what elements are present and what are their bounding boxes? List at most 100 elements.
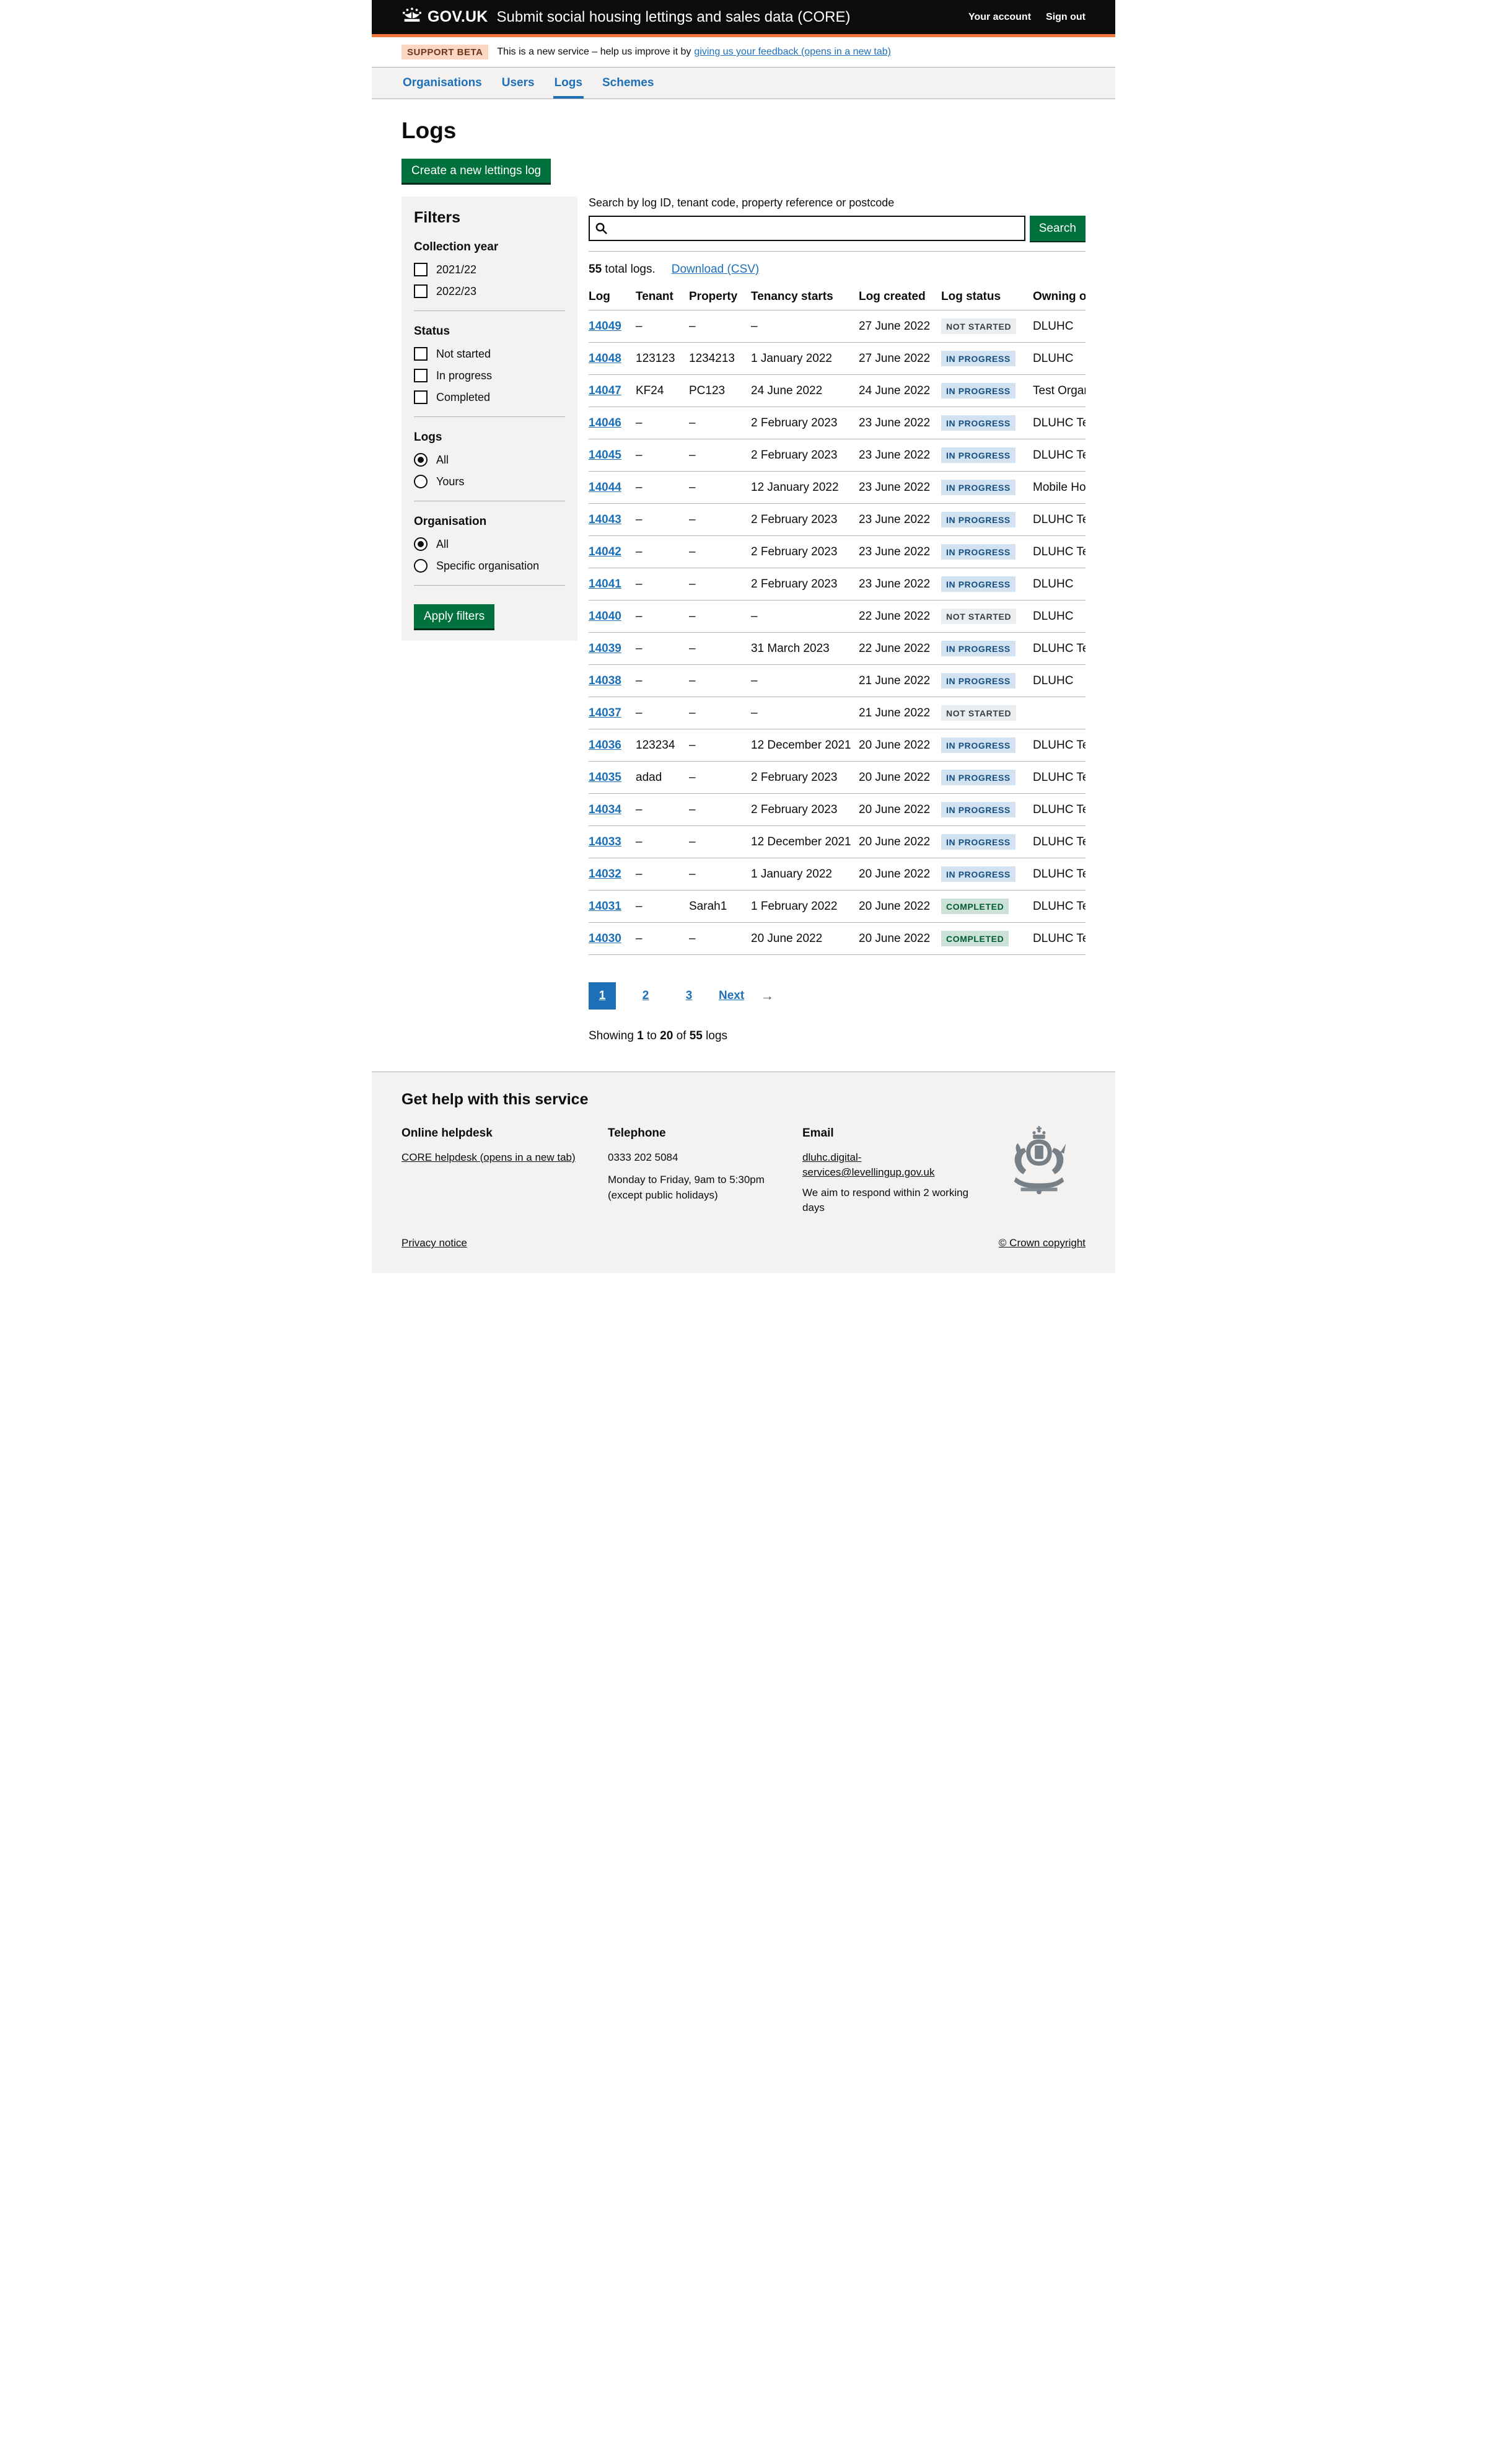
status-badge: COMPLETED [941, 931, 1009, 946]
log-link[interactable]: 14031 [589, 900, 621, 913]
cell-log_created: 27 June 2022 [859, 343, 941, 375]
cell-tenant: – [636, 697, 689, 729]
telephone-note: (except public holidays) [608, 1188, 802, 1203]
nav-item-schemes[interactable]: Schemes [601, 75, 655, 99]
radio-all[interactable]: All [414, 453, 565, 467]
cell-tenant: – [636, 536, 689, 568]
your-account-link[interactable]: Your account [968, 12, 1031, 23]
search-button[interactable]: Search [1030, 216, 1086, 241]
cell-property: – [689, 858, 751, 891]
apply-filters-button[interactable]: Apply filters [414, 604, 494, 628]
pagination-page-2[interactable]: 2 [632, 982, 659, 1010]
pagination-page-1[interactable]: 1 [589, 982, 616, 1010]
nav-item-users[interactable]: Users [501, 75, 536, 99]
radio-yours[interactable]: Yours [414, 475, 565, 488]
option-label: Completed [436, 391, 490, 404]
crown-copyright-link[interactable]: © Crown copyright [999, 1237, 1086, 1249]
download-csv-link[interactable]: Download (CSV) [672, 263, 760, 276]
cell-owning-organisation: DLUHC Test [1033, 858, 1086, 891]
log-link[interactable]: 14039 [589, 642, 621, 655]
checkbox-2022-23[interactable]: 2022/23 [414, 284, 565, 298]
create-lettings-log-button[interactable]: Create a new lettings log [401, 159, 551, 183]
log-link[interactable]: 14042 [589, 545, 621, 558]
table-row: 14031–Sarah11 February 202220 June 2022C… [589, 891, 1086, 923]
checkbox-in-progress[interactable]: In progress [414, 369, 565, 382]
filter-group-label: Logs [414, 431, 565, 444]
cell-log_created: 20 June 2022 [859, 729, 941, 762]
feedback-link[interactable]: giving us your feedback (opens in a new … [694, 46, 891, 57]
govuk-home-link[interactable]: GOV.UK [401, 7, 488, 27]
checkbox-2021-22[interactable]: 2021/22 [414, 263, 565, 276]
checkbox-control[interactable] [414, 390, 428, 404]
service-name-link[interactable]: Submit social housing lettings and sales… [497, 9, 851, 26]
status-badge: IN PROGRESS [941, 834, 1015, 850]
log-link[interactable]: 14044 [589, 481, 621, 494]
log-link[interactable]: 14033 [589, 835, 621, 848]
cell-tenancy_starts: 2 February 2023 [751, 762, 859, 794]
checkbox-control[interactable] [414, 284, 428, 298]
log-link[interactable]: 14036 [589, 739, 621, 752]
pagination-next-link[interactable]: Next [719, 989, 744, 1003]
status-badge: COMPLETED [941, 899, 1009, 914]
log-link[interactable]: 14049 [589, 320, 621, 333]
log-link[interactable]: 14034 [589, 803, 621, 816]
option-label: 2022/23 [436, 285, 476, 298]
option-label: Yours [436, 475, 464, 488]
radio-control[interactable] [414, 453, 428, 467]
log-link[interactable]: 14030 [589, 932, 621, 945]
cell-log_created: 21 June 2022 [859, 665, 941, 697]
log-link[interactable]: 14043 [589, 513, 621, 526]
cell-log_created: 21 June 2022 [859, 697, 941, 729]
cell-tenant: – [636, 407, 689, 439]
filter-group-label: Collection year [414, 240, 565, 254]
status-badge: IN PROGRESS [941, 383, 1015, 398]
checkbox-control[interactable] [414, 347, 428, 361]
radio-all[interactable]: All [414, 537, 565, 551]
royal-coat-of-arms-icon [1002, 1194, 1076, 1207]
cell-tenant: adad [636, 762, 689, 794]
radio-control[interactable] [414, 559, 428, 573]
radio-control[interactable] [414, 537, 428, 551]
nav-item-logs[interactable]: Logs [553, 75, 584, 99]
log-link[interactable]: 14040 [589, 610, 621, 623]
table-row: 14045––2 February 202323 June 2022IN PRO… [589, 439, 1086, 472]
checkbox-control[interactable] [414, 263, 428, 276]
cell-tenancy_starts: 12 December 2021 [751, 729, 859, 762]
cell-owning-organisation: DLUHC Test [1033, 826, 1086, 858]
log-link[interactable]: 14041 [589, 578, 621, 591]
log-link[interactable]: 14037 [589, 706, 621, 719]
cell-log_created: 22 June 2022 [859, 633, 941, 665]
table-row: 14037–––21 June 2022NOT STARTED [589, 697, 1086, 729]
checkbox-control[interactable] [414, 369, 428, 382]
cell-tenant: – [636, 310, 689, 343]
next-arrow-icon: → [760, 988, 774, 1004]
core-helpdesk-link[interactable]: CORE helpdesk (opens in a new tab) [401, 1151, 576, 1163]
email-heading: Email [802, 1125, 993, 1142]
log-link[interactable]: 14047 [589, 384, 621, 397]
privacy-notice-link[interactable]: Privacy notice [401, 1237, 467, 1249]
log-link[interactable]: 14045 [589, 449, 621, 462]
search-input[interactable] [589, 216, 1025, 241]
log-link[interactable]: 14038 [589, 674, 621, 687]
cell-owning-organisation: Mobile Housing [1033, 472, 1086, 504]
cell-property: PC123 [689, 375, 751, 407]
log-link[interactable]: 14035 [589, 771, 621, 784]
log-link[interactable]: 14048 [589, 352, 621, 365]
cell-owning-organisation: DLUHC [1033, 343, 1086, 375]
email-link[interactable]: dluhc.digital-services@levellingup.gov.u… [802, 1151, 935, 1179]
footer-telephone-section: Telephone 0333 202 5084 Monday to Friday… [608, 1125, 802, 1203]
table-row: 14040–––22 June 2022NOT STARTEDDLUHC [589, 601, 1086, 633]
pagination-page-3[interactable]: 3 [675, 982, 703, 1010]
sign-out-link[interactable]: Sign out [1046, 12, 1086, 23]
radio-specific-organisation[interactable]: Specific organisation [414, 559, 565, 573]
radio-control[interactable] [414, 475, 428, 488]
log-link[interactable]: 14046 [589, 416, 621, 429]
checkbox-completed[interactable]: Completed [414, 390, 565, 404]
nav-item-organisations[interactable]: Organisations [401, 75, 483, 99]
checkbox-not-started[interactable]: Not started [414, 347, 565, 361]
main-content: Logs Create a new lettings log Filters C… [372, 118, 1115, 1043]
log-link[interactable]: 14032 [589, 868, 621, 881]
cell-property: – [689, 665, 751, 697]
cell-owning-organisation: DLUHC Test [1033, 794, 1086, 826]
table-row: 14035adad–2 February 202320 June 2022IN … [589, 762, 1086, 794]
